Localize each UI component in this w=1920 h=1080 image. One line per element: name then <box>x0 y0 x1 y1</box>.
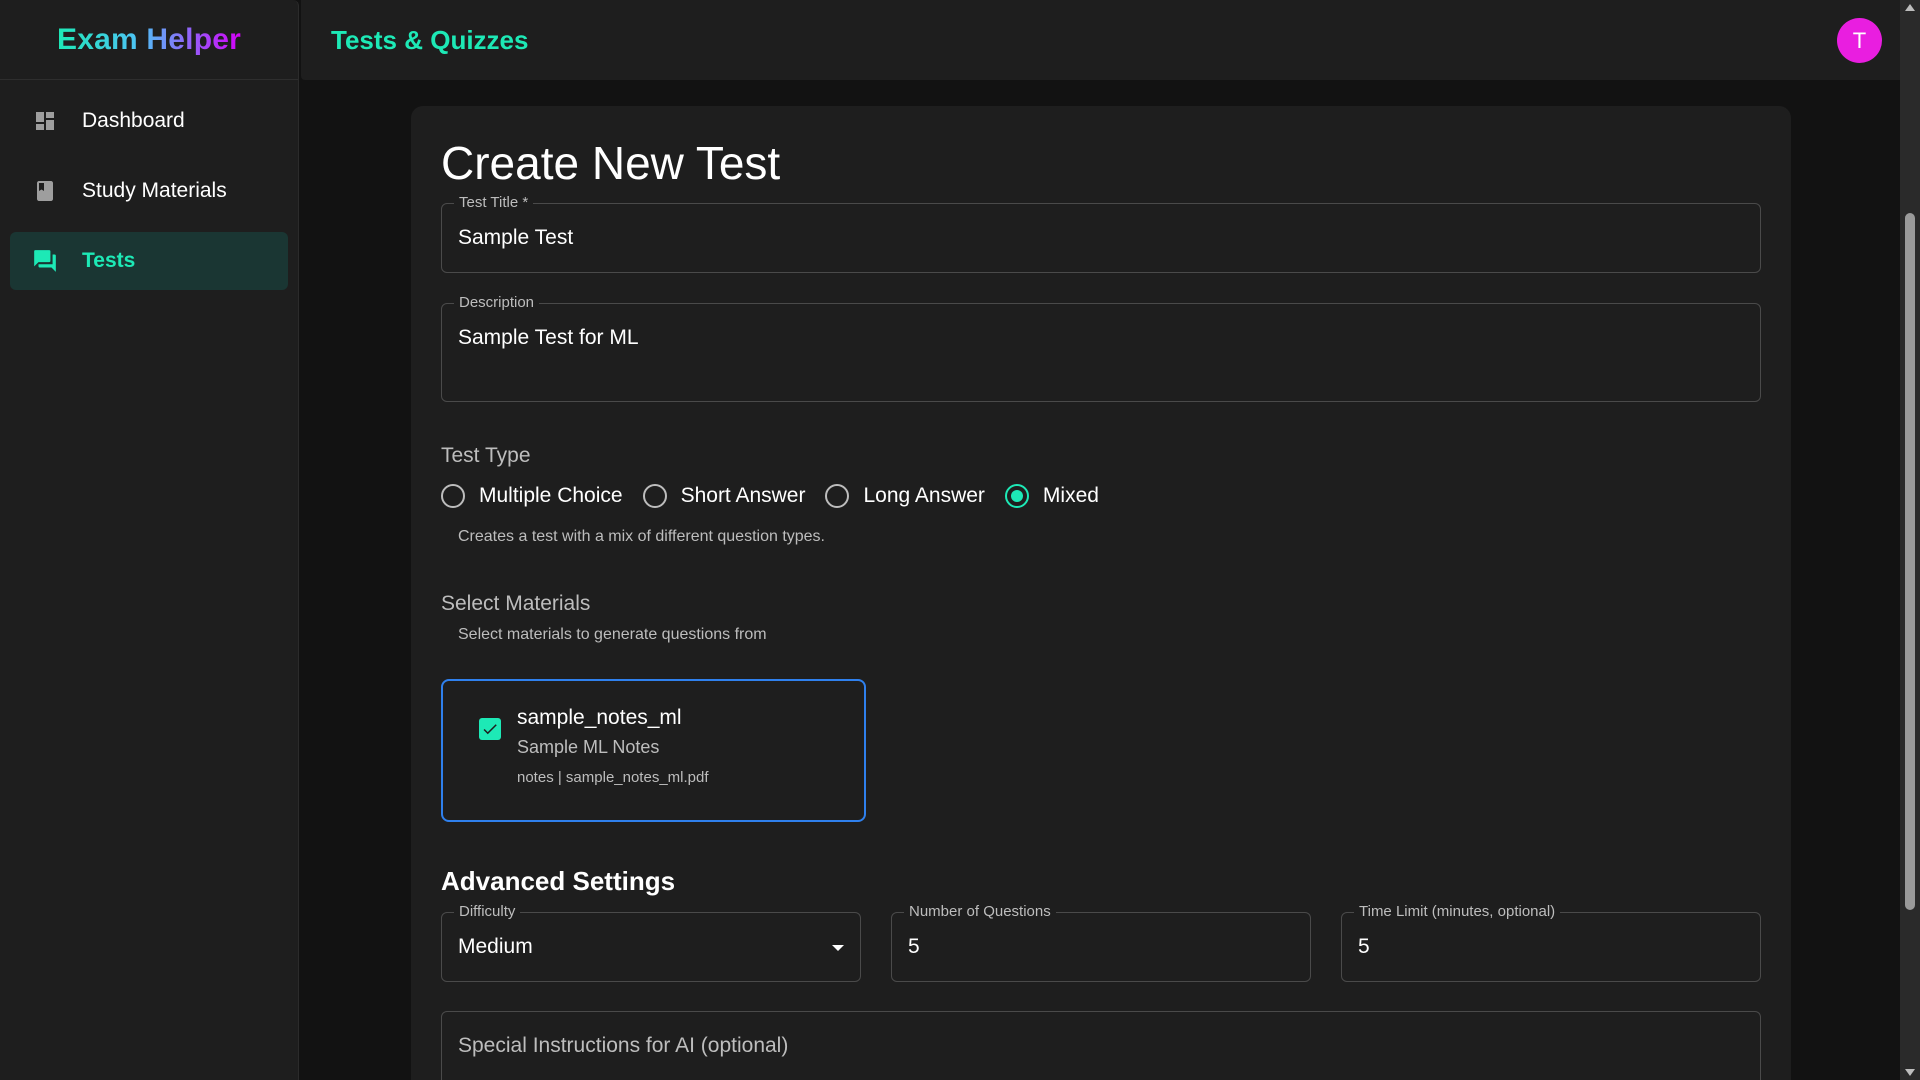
radio-mixed[interactable]: Mixed <box>1004 484 1099 508</box>
test-type-helper: Creates a test with a mix of different q… <box>458 528 825 545</box>
sidebar-item-label: Dashboard <box>82 109 185 132</box>
radio-long-answer[interactable]: Long Answer <box>825 484 985 508</box>
test-title-input[interactable]: Sample Test <box>458 226 573 250</box>
difficulty-select[interactable]: Difficulty Medium <box>441 903 861 982</box>
radio-checked-icon <box>1004 484 1029 508</box>
topbar: Tests & Quizzes T <box>301 0 1900 80</box>
sidebar: Exam Helper Dashboard Study Materials Te… <box>0 0 299 1080</box>
materials-helper: Select materials to generate questions f… <box>458 626 767 643</box>
sidebar-item-study-materials[interactable]: Study Materials <box>10 162 288 220</box>
time-limit-field[interactable]: Time Limit (minutes, optional) 5 <box>1341 903 1761 982</box>
test-title-label: Test Title * <box>454 194 534 211</box>
radio-label: Short Answer <box>680 484 806 507</box>
radio-label: Multiple Choice <box>479 484 623 507</box>
description-field[interactable]: Description Sample Test for ML <box>441 294 1761 402</box>
material-name: sample_notes_ml <box>517 706 682 729</box>
page-title: Create New Test <box>441 137 781 189</box>
time-limit-label: Time Limit (minutes, optional) <box>1354 903 1561 920</box>
sidebar-item-label: Tests <box>82 249 136 272</box>
scrollbar[interactable] <box>1900 0 1920 1080</box>
sidebar-item-label: Study Materials <box>82 179 227 202</box>
time-limit-input[interactable]: 5 <box>1358 935 1370 959</box>
dashboard-icon <box>32 108 58 134</box>
material-meta: notes | sample_notes_ml.pdf <box>517 769 709 786</box>
radio-unchecked-icon <box>441 484 465 508</box>
brand-title[interactable]: Exam Helper <box>57 23 241 57</box>
radio-label: Mixed <box>1042 484 1099 507</box>
advanced-settings-title: Advanced Settings <box>441 866 676 896</box>
material-card[interactable]: sample_notes_ml Sample ML Notes notes | … <box>441 679 866 822</box>
description-label: Description <box>454 294 540 311</box>
number-of-questions-label: Number of Questions <box>904 903 1056 920</box>
number-of-questions-field[interactable]: Number of Questions 5 <box>891 903 1311 982</box>
test-type-label: Test Type <box>441 444 531 467</box>
test-title-field[interactable]: Test Title * Sample Test <box>441 194 1761 273</box>
radio-unchecked-icon <box>825 484 850 508</box>
avatar[interactable]: T <box>1837 18 1882 63</box>
brand: Exam Helper <box>0 0 298 80</box>
scroll-up-icon[interactable] <box>1905 4 1915 11</box>
checkbox-checked-icon[interactable] <box>479 718 501 740</box>
test-type-radio-group: Multiple Choice Short Answer Long Answer… <box>441 484 1119 508</box>
book-icon <box>32 178 58 204</box>
difficulty-label: Difficulty <box>454 903 521 920</box>
sidebar-item-dashboard[interactable]: Dashboard <box>10 92 288 150</box>
sidebar-item-tests[interactable]: Tests <box>10 232 288 290</box>
radio-unchecked-icon <box>642 484 667 508</box>
scroll-thumb[interactable] <box>1905 213 1915 910</box>
special-instructions-placeholder[interactable]: Special Instructions for AI (optional) <box>458 1034 788 1058</box>
special-instructions-field[interactable]: Special Instructions for AI (optional) <box>441 1011 1761 1080</box>
page-header-title: Tests & Quizzes <box>331 24 529 55</box>
radio-multiple-choice[interactable]: Multiple Choice <box>441 484 623 508</box>
scroll-down-icon[interactable] <box>1905 1069 1915 1076</box>
dropdown-arrow-icon <box>832 945 844 951</box>
radio-short-answer[interactable]: Short Answer <box>642 484 806 508</box>
number-of-questions-input[interactable]: 5 <box>908 935 920 959</box>
difficulty-value: Medium <box>458 935 533 958</box>
radio-label: Long Answer <box>863 484 985 507</box>
sidebar-nav: Dashboard Study Materials Tests <box>0 80 298 314</box>
create-test-card: Create New Test Test Title * Sample Test… <box>411 106 1791 1080</box>
material-description: Sample ML Notes <box>517 737 660 757</box>
description-input[interactable]: Sample Test for ML <box>458 326 639 350</box>
chat-icon <box>32 248 58 274</box>
materials-label: Select Materials <box>441 592 591 615</box>
